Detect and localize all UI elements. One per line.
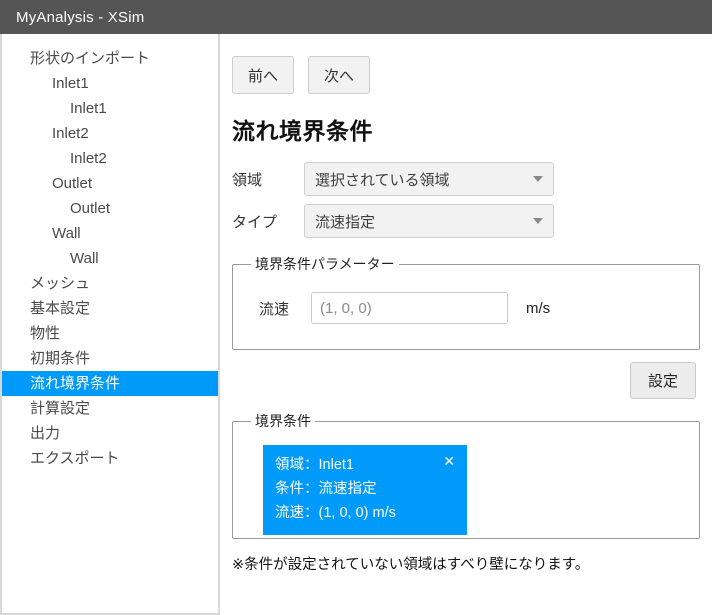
sidebar-item-label: Inlet1 — [70, 100, 107, 117]
sidebar-item-label: Wall — [70, 250, 99, 267]
boundary-condition-line3: 流速：(1, 0, 0) m/s — [275, 505, 396, 521]
boundary-condition-card[interactable]: 領域：Inlet1 条件：流速指定流速：(1, 0, 0) m/s ✕ — [263, 445, 467, 535]
boundary-condition-list: 領域：Inlet1 条件：流速指定流速：(1, 0, 0) m/s ✕ — [245, 445, 687, 535]
sidebar-item-label: メッシュ — [30, 275, 91, 292]
sidebar-item-label: Wall — [52, 225, 81, 242]
sidebar-item[interactable]: 出力 — [2, 421, 218, 446]
sidebar-item[interactable]: Outlet — [2, 171, 218, 196]
type-select[interactable]: 流速指定 — [304, 204, 554, 238]
boundary-condition-legend: 境界条件 — [255, 413, 311, 429]
velocity-unit: m/s — [526, 299, 551, 317]
apply-button-row: 設定 — [220, 350, 712, 399]
navigation-button-row: 前へ 次へ — [220, 34, 712, 94]
type-label: タイプ — [232, 213, 278, 231]
next-button[interactable]: 次へ — [308, 56, 370, 94]
velocity-label: 流速 — [259, 300, 290, 318]
sidebar-tree[interactable]: 形状のインポート Inlet1 Inlet1 Inlet2 Inlet2 Outlet Ou… — [0, 34, 220, 615]
sidebar-item-label: エクスポート — [30, 450, 120, 467]
sidebar-item[interactable]: Inlet1 — [2, 96, 218, 121]
sidebar-item-label: Inlet2 — [70, 150, 107, 167]
close-icon[interactable]: ✕ — [443, 454, 455, 468]
sidebar-item-label: 流れ境界条件 — [30, 375, 121, 392]
chevron-down-icon — [533, 176, 543, 182]
apply-button[interactable]: 設定 — [630, 362, 696, 399]
chevron-down-icon — [533, 218, 543, 224]
type-row: タイプ 流速指定 — [232, 204, 712, 238]
velocity-input[interactable] — [311, 292, 508, 324]
window-title-bar: MyAnalysis - XSim — [0, 0, 712, 34]
region-select-value: 選択されている領域 — [315, 171, 450, 189]
sidebar-item[interactable]: Wall — [2, 246, 218, 271]
sidebar-item[interactable]: 物性 — [2, 321, 218, 346]
boundary-condition-line2: 条件：流速指定 — [275, 481, 377, 497]
sidebar-item[interactable]: Outlet — [2, 196, 218, 221]
region-select[interactable]: 選択されている領域 — [304, 162, 554, 196]
sidebar-item[interactable]: 基本設定 — [2, 296, 218, 321]
region-row: 領域 選択されている領域 — [232, 162, 712, 196]
note-text: ※条件が設定されていない領域はすべり壁になります。 — [232, 557, 590, 573]
boundary-parameter-panel: 境界条件パラメーター 流速 m/s — [232, 254, 700, 350]
sidebar-item-label: 計算設定 — [30, 400, 91, 417]
sidebar-item[interactable]: 流れ境界条件 — [2, 371, 218, 396]
velocity-row: 流速 m/s — [245, 292, 687, 324]
prev-button[interactable]: 前へ — [232, 56, 294, 94]
page-title: 流れ境界条件 — [232, 118, 373, 144]
sidebar-item-label: Outlet — [52, 175, 93, 192]
boundary-parameter-legend: 境界条件パラメーター — [255, 256, 395, 272]
sidebar-item[interactable]: メッシュ — [2, 271, 218, 296]
main-content: 前へ 次へ 流れ境界条件 領域 選択されている領域 タイプ 流速指定 境界条件パ… — [220, 34, 712, 615]
sidebar-item[interactable]: 計算設定 — [2, 396, 218, 421]
sidebar-item-label: 初期条件 — [30, 350, 91, 367]
boundary-condition-line1: 領域：Inlet1 — [275, 457, 354, 473]
boundary-condition-panel: 境界条件 領域：Inlet1 条件：流速指定流速：(1, 0, 0) m/s ✕ — [232, 411, 700, 539]
sidebar-item[interactable]: Inlet1 — [2, 71, 218, 96]
region-label: 領域 — [232, 171, 263, 189]
sidebar-item-label: Outlet — [70, 200, 111, 217]
sidebar-item-label: 物性 — [30, 325, 61, 342]
sidebar-item[interactable]: 初期条件 — [2, 346, 218, 371]
sidebar-item[interactable]: エクスポート — [2, 446, 218, 471]
sidebar-item-label: 基本設定 — [30, 300, 91, 317]
app-body: 形状のインポート Inlet1 Inlet1 Inlet2 Inlet2 Outlet Ou… — [0, 34, 712, 615]
type-select-value: 流速指定 — [315, 213, 376, 231]
window-title: MyAnalysis - XSim — [16, 8, 145, 26]
sidebar-item-label: 形状のインポート — [30, 50, 151, 67]
sidebar-item[interactable]: 形状のインポート — [2, 46, 218, 71]
sidebar-item-label: 出力 — [30, 425, 61, 442]
sidebar-item[interactable]: Inlet2 — [2, 121, 218, 146]
sidebar-item[interactable]: Inlet2 — [2, 146, 218, 171]
sidebar-item[interactable]: Wall — [2, 221, 218, 246]
sidebar-item-label: Inlet1 — [52, 75, 89, 92]
sidebar-item-label: Inlet2 — [52, 125, 89, 142]
